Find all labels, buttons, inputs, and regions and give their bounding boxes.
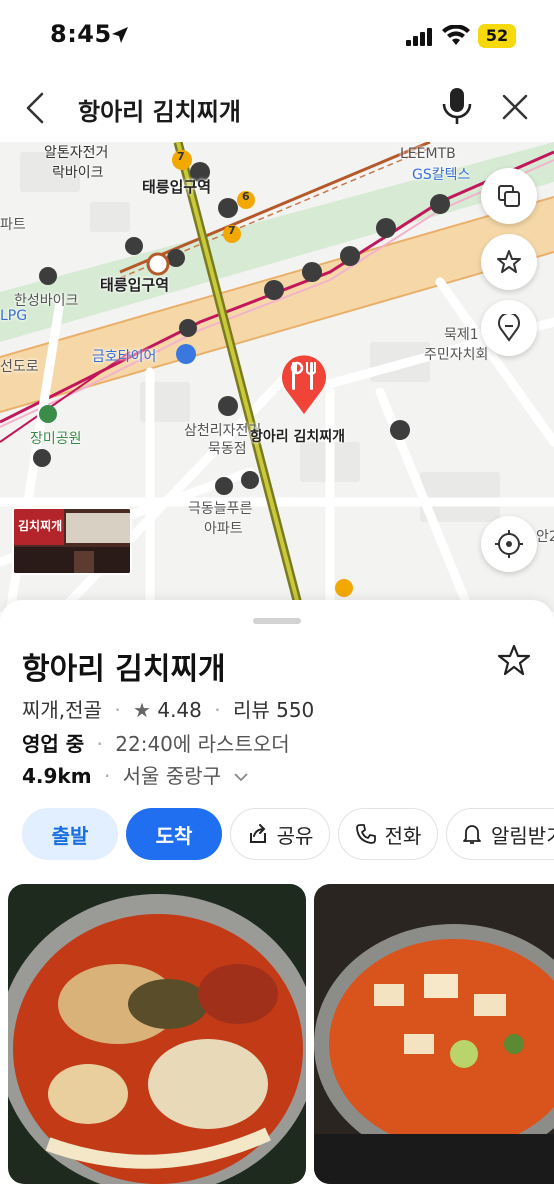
notify-label: 알림받기 [491,823,554,848]
saved-places-button[interactable] [481,300,537,356]
distance-row[interactable]: 4.9km · 서울 중랑구 [22,760,249,789]
call-label: 전화 [384,823,422,848]
map-label-place: 항아리 김치찌개 [250,429,346,445]
subway-line-badge: 6 [242,190,250,203]
bell-plus-icon [463,825,481,844]
map-label-bike-store-sub: 묵동점 [208,441,247,457]
share-label: 공유 [276,823,314,848]
separator-dot: · [114,698,121,722]
location-pin-icon [498,314,520,342]
location-arrow-icon [112,27,128,43]
place-review-count[interactable]: 리뷰 550 [233,698,314,722]
restaurant-pin-icon[interactable] [276,346,332,416]
map-label-community: 묵제1 [444,327,479,343]
separator-dot: · [96,732,103,756]
separator-dot: · [103,764,111,788]
depart-button[interactable]: 출발 [22,808,118,860]
food-photo[interactable] [314,884,554,1184]
map-label-right-cut: 안2 [536,529,554,545]
map-label-park: 장미공원 [30,431,82,447]
map-label-apartment-sub: 아파트 [204,521,243,537]
battery-indicator: 52 [478,24,516,48]
map-label-lpg: LPG [0,308,28,324]
layers-button[interactable] [481,168,537,224]
star-icon [497,250,521,273]
share-button[interactable]: 공유 [230,808,330,860]
rating-star-icon: ★ [133,698,151,722]
phone-icon [355,824,376,844]
place-meta-row: 찌개,전골 · ★ 4.48 · 리뷰 550 [22,694,314,723]
subway-line-badge: 7 [228,224,236,237]
storefront-thumbnail[interactable]: 김치찌개 [12,507,132,575]
map-label-station-top: 태릉입구역 [142,178,212,196]
microphone-icon[interactable] [440,86,474,126]
favorites-button[interactable] [481,234,537,290]
region: 서울 중랑구 [122,764,222,788]
wifi-icon [442,25,470,45]
my-location-button[interactable] [481,516,537,572]
call-button[interactable]: 전화 [338,808,438,860]
map-label-leemtb: LEEMTB [400,146,456,162]
place-title: 항아리 김치찌개 [22,652,226,687]
place-category: 찌개,전골 [22,698,102,722]
map-label-community-sub: 주민자치회 [424,347,489,363]
map-label-bike-shop-sub: 락바이크 [52,165,104,181]
open-status: 영업 중 [22,732,85,756]
place-rating: 4.48 [157,698,202,722]
layers-icon [498,185,520,207]
search-bar: 항아리 김치찌개 [0,72,554,142]
status-bar: 8:45 52 [0,0,554,72]
back-icon[interactable] [22,90,50,126]
distance: 4.9km [22,764,92,788]
sheet-drag-handle[interactable] [253,618,301,624]
map-label-station-bottom: 태릉입구역 [100,276,170,294]
arrive-button[interactable]: 도착 [126,808,222,860]
map-label-gs: GS칼텍스 [412,167,471,183]
close-icon[interactable] [500,92,530,122]
favorite-star-icon[interactable] [496,642,532,678]
action-buttons: 출발 도착 공유 전화 알림받기 [22,808,554,860]
cellular-signal-icon [406,28,432,46]
subway-line-badge: 7 [177,150,185,163]
kimchi-stew-photo [8,884,306,1184]
depart-label: 출발 [51,823,89,848]
map-label-apartment: 극동늘푸른 [188,501,253,517]
storefront-sign-text: 김치찌개 [18,519,63,533]
map-label-bike-shop: 알톤자전거 [44,145,109,161]
share-icon [249,824,266,843]
separator-dot: · [214,698,221,722]
business-hours-row[interactable]: 영업 중 · 22:40에 라스트오더 [22,728,290,757]
status-time: 8:45 [50,20,112,48]
map-label-bike-shop-2: 한성바이크 [14,293,79,309]
chevron-down-icon [234,773,249,782]
place-detail-sheet: 항아리 김치찌개 찌개,전골 · ★ 4.48 · 리뷰 550 영업 중 · … [0,600,554,1200]
food-photo[interactable] [8,884,306,1184]
map-label-left-cut: 파트 [0,217,26,233]
map-view[interactable]: 알톤자전거 락바이크 태릉입구역 태릉입구역 LEEMTB GS칼텍스 한성바이… [0,142,554,612]
notify-button[interactable]: 알림받기 [446,808,554,860]
last-order-time: 22:40에 라스트오더 [115,732,290,756]
crosshair-icon [495,530,523,558]
map-label-road: 선도로 [0,359,39,375]
arrive-label: 도착 [155,823,193,848]
search-input[interactable]: 항아리 김치찌개 [78,92,241,127]
tofu-stew-photo [314,884,554,1184]
map-label-tire-shop: 금호타이어 [92,349,157,365]
